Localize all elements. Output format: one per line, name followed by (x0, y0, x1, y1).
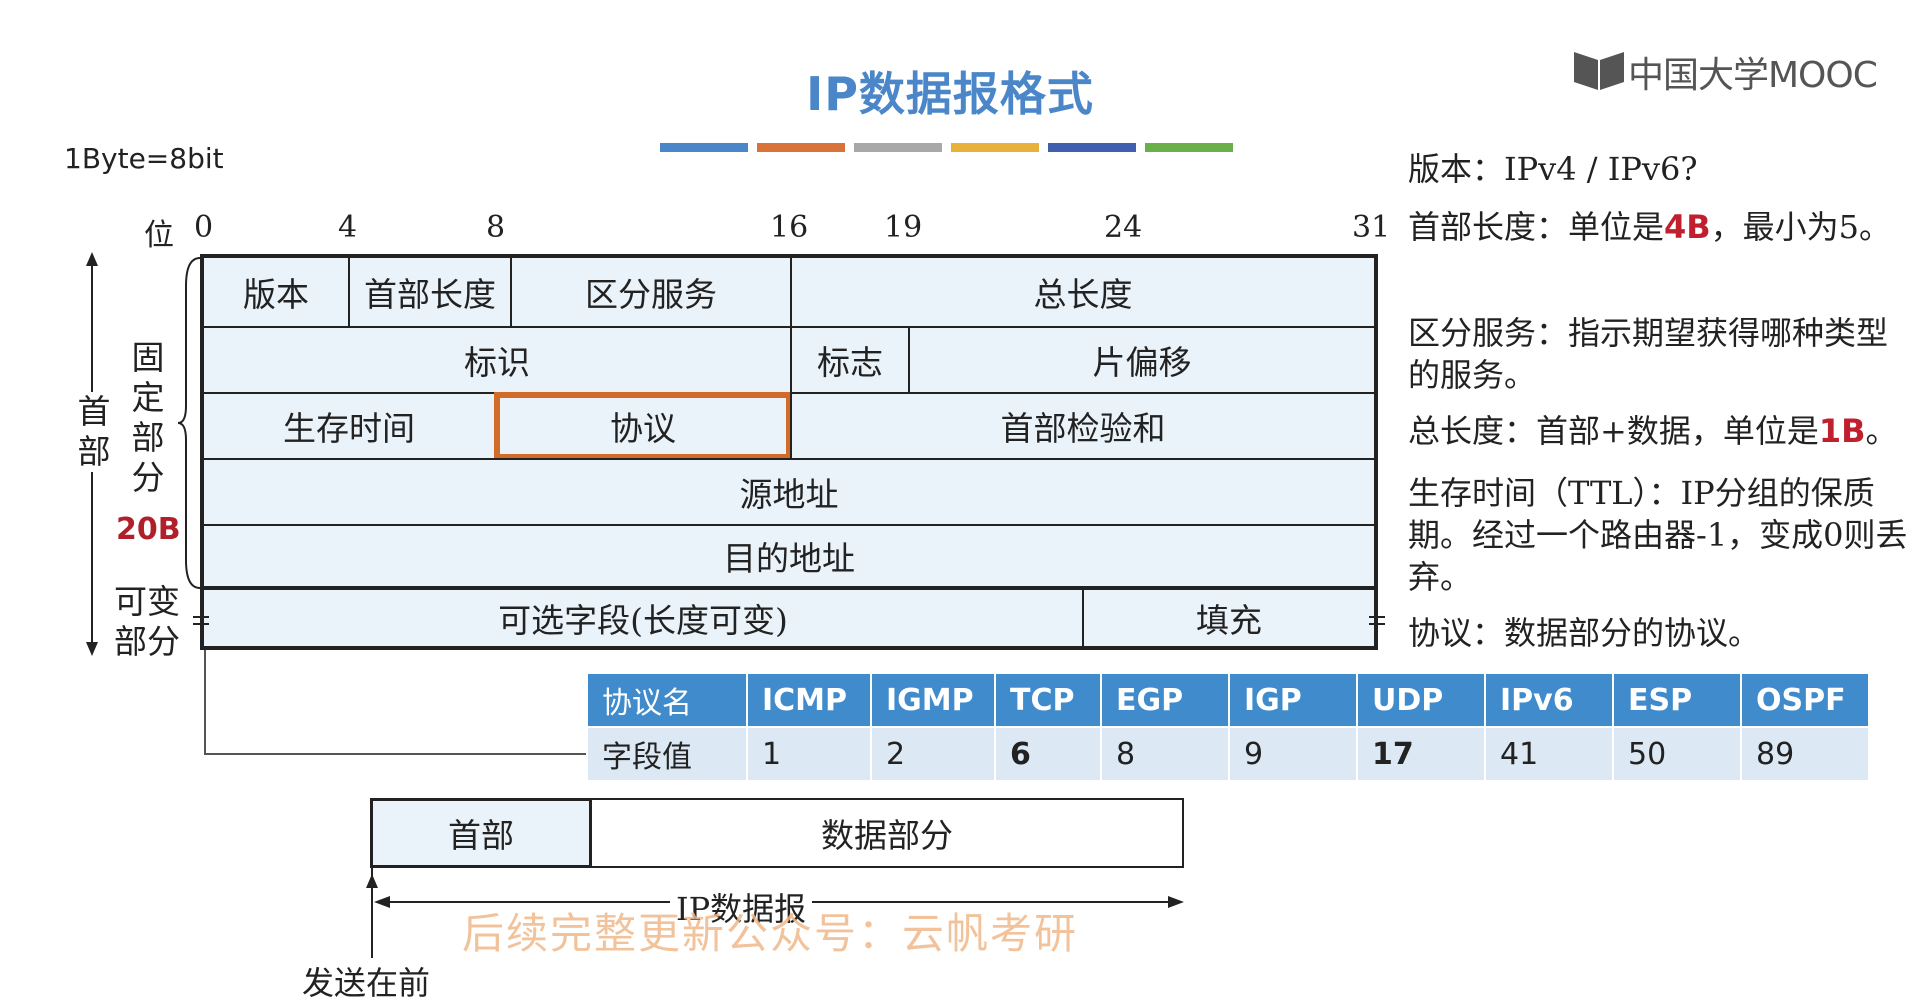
connector-line (204, 650, 586, 755)
variable-mark-right (1369, 616, 1385, 625)
bit-number: 0 (194, 210, 214, 245)
fixed-size-label: 20B (116, 512, 181, 547)
color-bar-6 (1145, 143, 1233, 152)
color-bar-4 (951, 143, 1039, 152)
field-padding: 填充 (1082, 588, 1376, 648)
header-side-label: 首部 (74, 392, 114, 472)
variable-mark-left (193, 616, 209, 625)
protocol-table: 协议名 ICMP IGMP TCP EGP IGP UDP IPv6 ESP O… (586, 672, 1870, 782)
protocol-value-cell: 41 (1484, 726, 1614, 782)
field-fragment-offset: 片偏移 (908, 326, 1376, 394)
note-total-length: 总长度：首部+数据，单位是1B。 (1408, 412, 1898, 450)
protocol-value-cell: 50 (1612, 726, 1742, 782)
datagram-header-box: 首部 (370, 798, 592, 868)
bit-number: 31 (1352, 210, 1391, 245)
field-diff-services: 区分服务 (510, 256, 792, 328)
note-version: 版本：IPv4 / IPv6? (1408, 150, 1698, 188)
field-ttl: 生存时间 (202, 392, 496, 460)
protocol-name-cell: UDP (1356, 672, 1486, 728)
protocol-name-cell: OSPF (1740, 672, 1870, 728)
send-first-arrow (366, 874, 378, 958)
field-total-length: 总长度 (790, 256, 1376, 328)
logo-text: 中国大学MOOC (1628, 55, 1878, 96)
note-diff-services: 区分服务：指示期望获得哪种类型的服务。 (1408, 314, 1889, 394)
protocol-value-cell: 2 (870, 726, 996, 782)
bit-number: 4 (338, 210, 358, 245)
protocol-value-cell-udp: 17 (1356, 726, 1486, 782)
color-bar-2 (757, 143, 845, 152)
field-options: 可选字段(长度可变) (202, 588, 1084, 648)
unit-note: 1Byte=8bit (64, 142, 224, 175)
protocol-value-row: 字段值 1 2 6 8 9 17 41 50 89 (586, 726, 1870, 782)
field-flags: 标志 (790, 326, 910, 394)
bit-number: 24 (1104, 210, 1143, 245)
note-ttl: 生存时间（TTL）：IP分组的保质期。经过一个路由器-1，变成0则丢弃。 (1408, 474, 1908, 596)
protocol-name-cell: TCP (994, 672, 1102, 728)
protocol-value-cell-tcp: 6 (994, 726, 1102, 782)
protocol-name-cell: ICMP (746, 672, 872, 728)
protocol-name-cell: EGP (1100, 672, 1230, 728)
field-checksum: 首部检验和 (790, 392, 1376, 460)
bit-number: 8 (486, 210, 506, 245)
datagram-data-box: 数据部分 (590, 798, 1184, 868)
field-version: 版本 (202, 256, 350, 328)
mooc-book-icon (1574, 52, 1624, 90)
protocol-value-cell: 9 (1228, 726, 1358, 782)
field-identification: 标识 (202, 326, 792, 394)
color-bar-3 (854, 143, 942, 152)
field-src-addr: 源地址 (202, 458, 1376, 526)
bit-number: 19 (884, 210, 923, 245)
fixed-part-label: 固定部分 (131, 338, 165, 497)
send-first-label: 发送在前 (302, 964, 431, 1002)
protocol-value-cell: 89 (1740, 726, 1870, 782)
protocol-name-cell: ESP (1612, 672, 1742, 728)
color-bar-1 (660, 143, 748, 152)
protocol-name-cell: IPv6 (1484, 672, 1614, 728)
protocol-name-header: 协议名 (586, 672, 748, 728)
protocol-value-header: 字段值 (586, 726, 748, 782)
mooc-logo: 中国大学MOOC (1572, 44, 1878, 96)
field-dst-addr: 目的地址 (202, 524, 1376, 588)
protocol-value-cell: 8 (1100, 726, 1230, 782)
field-protocol: 协议 (494, 392, 792, 460)
color-bar-5 (1048, 143, 1136, 152)
bit-label: 位 (144, 218, 174, 253)
variable-part-label: 可变 部分 (114, 582, 180, 661)
protocol-name-row: 协议名 ICMP IGMP TCP EGP IGP UDP IPv6 ESP O… (586, 672, 1870, 728)
note-protocol: 协议：数据部分的协议。 (1408, 614, 1761, 652)
note-header-length: 首部长度：单位是4B，最小为5。 (1408, 208, 1892, 246)
watermark: 后续完整更新公众号：云帆考研 (462, 909, 1079, 958)
protocol-value-cell: 1 (746, 726, 872, 782)
field-header-length: 首部长度 (348, 256, 512, 328)
protocol-name-cell: IGP (1228, 672, 1358, 728)
protocol-name-cell: IGMP (870, 672, 996, 728)
bit-number: 16 (770, 210, 809, 245)
